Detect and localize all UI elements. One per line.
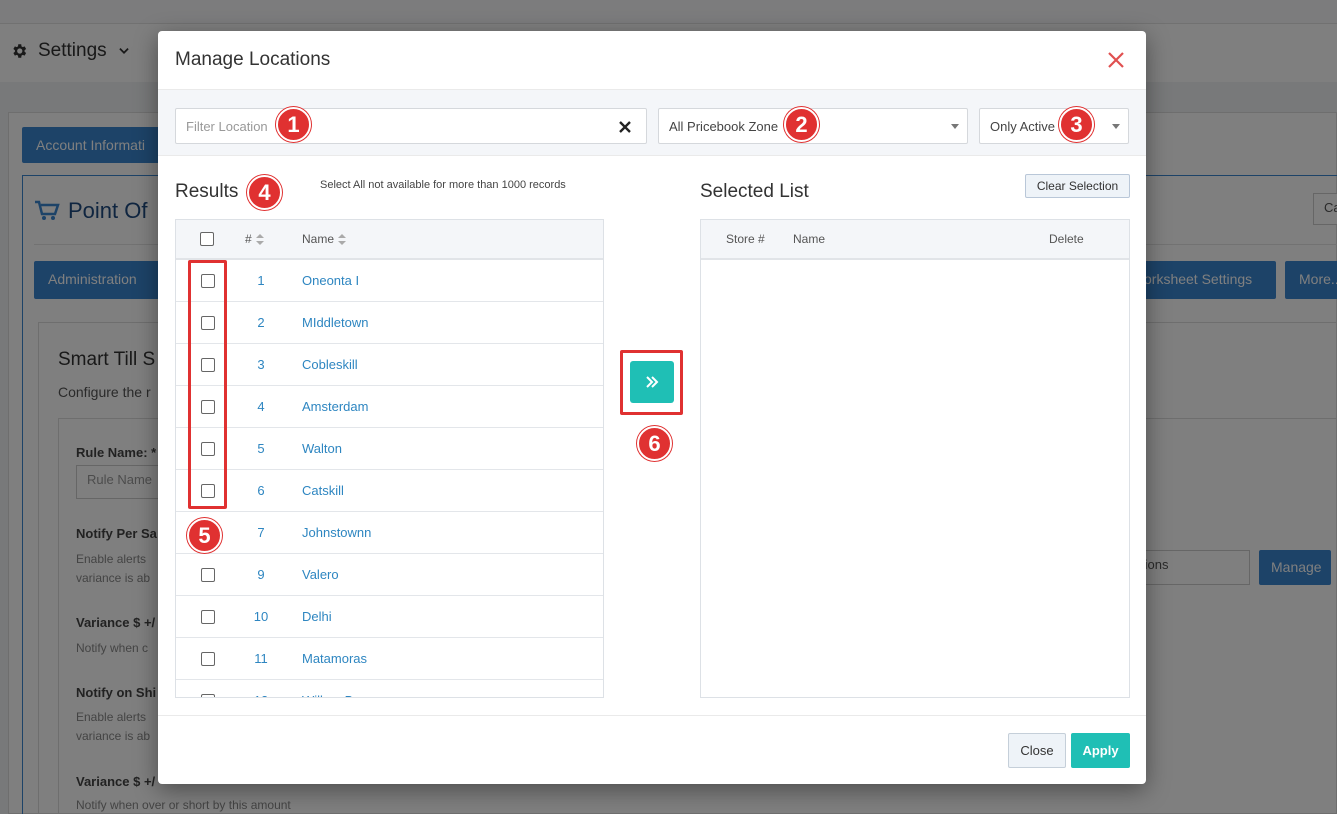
filter-location-input[interactable] xyxy=(176,109,646,143)
selected-table-header: Store # Name Delete xyxy=(701,220,1129,260)
table-row[interactable]: 6 Catskill xyxy=(176,470,603,512)
table-row[interactable]: 2 MIddletown xyxy=(176,302,603,344)
clear-filter-icon[interactable] xyxy=(618,120,632,134)
row-name-link[interactable]: Walton xyxy=(302,441,342,456)
highlight-box-checkboxes xyxy=(188,260,227,509)
modal-title: Manage Locations xyxy=(175,49,331,70)
column-header-num[interactable]: # xyxy=(245,232,264,246)
row-checkbox[interactable] xyxy=(201,610,215,624)
column-header-name[interactable]: Name xyxy=(302,232,347,246)
caret-down-icon xyxy=(1112,124,1120,129)
manage-locations-modal: Manage Locations All Pricebook Zone Only… xyxy=(158,31,1146,784)
row-number[interactable]: 9 xyxy=(234,567,288,582)
column-header-delete: Delete xyxy=(1049,232,1084,246)
pricebook-zone-value: All Pricebook Zone xyxy=(669,119,779,134)
column-header-name: Name xyxy=(793,232,826,246)
row-name-link[interactable]: Valero xyxy=(302,567,339,582)
clear-selection-button[interactable]: Clear Selection xyxy=(1025,174,1130,198)
close-icon[interactable] xyxy=(1104,48,1128,72)
row-number[interactable]: 10 xyxy=(234,609,288,624)
row-number[interactable]: 11 xyxy=(234,651,288,666)
table-row[interactable]: 4 Amsterdam xyxy=(176,386,603,428)
selected-list-title: Selected List xyxy=(700,181,809,202)
row-name-link[interactable]: Catskill xyxy=(302,483,344,498)
row-name-link[interactable]: Oneonta I xyxy=(302,273,359,288)
row-number[interactable]: 2 xyxy=(234,315,288,330)
table-row[interactable]: 3 Cobleskill xyxy=(176,344,603,386)
row-number[interactable]: 3 xyxy=(234,357,288,372)
annotation-badge-6: 6 xyxy=(637,426,672,461)
sort-icon xyxy=(338,233,347,245)
sort-icon xyxy=(255,233,264,245)
row-checkbox[interactable] xyxy=(201,568,215,582)
row-name-link[interactable]: Amsterdam xyxy=(302,399,368,414)
row-number[interactable]: 12 xyxy=(234,693,288,697)
close-button[interactable]: Close xyxy=(1008,733,1066,768)
row-checkbox[interactable] xyxy=(201,652,215,666)
row-name-link[interactable]: Johnstownn xyxy=(302,525,371,540)
caret-down-icon xyxy=(951,124,959,129)
row-name-link[interactable]: Wilkes-Barre xyxy=(302,693,376,697)
table-row[interactable]: 12 Wilkes-Barre xyxy=(176,680,603,697)
table-row[interactable]: 9 Valero xyxy=(176,554,603,596)
row-name-link[interactable]: Matamoras xyxy=(302,651,367,666)
row-number[interactable]: 6 xyxy=(234,483,288,498)
annotation-badge-3: 3 xyxy=(1059,107,1094,142)
row-number[interactable]: 7 xyxy=(234,525,288,540)
select-all-checkbox[interactable] xyxy=(200,232,214,246)
annotation-badge-2: 2 xyxy=(784,107,819,142)
modal-footer: Close Apply xyxy=(158,715,1146,784)
double-chevron-right-icon xyxy=(646,376,659,388)
table-row[interactable]: 10 Delhi xyxy=(176,596,603,638)
status-value: Only Active xyxy=(990,119,1056,134)
table-row[interactable]: 11 Matamoras xyxy=(176,638,603,680)
filter-location-field xyxy=(175,108,647,144)
row-name-link[interactable]: Cobleskill xyxy=(302,357,358,372)
annotation-badge-1: 1 xyxy=(276,107,311,142)
annotation-badge-4: 4 xyxy=(247,175,282,210)
row-name-link[interactable]: Delhi xyxy=(302,609,332,624)
table-row[interactable]: 7 Johnstownn xyxy=(176,512,603,554)
table-row[interactable]: 1 Oneonta I xyxy=(176,260,603,302)
results-table: # Name 1 Oneonta I 2 MIddletown 3 Cobleskill 4… xyxy=(175,219,604,698)
results-title: Results xyxy=(175,181,239,202)
table-row[interactable]: 5 Walton xyxy=(176,428,603,470)
row-checkbox[interactable] xyxy=(201,694,215,697)
selected-list-table: Store # Name Delete xyxy=(700,219,1130,698)
select-all-note: Select All not available for more than 1… xyxy=(320,179,566,191)
column-header-store: Store # xyxy=(726,232,765,246)
row-number[interactable]: 1 xyxy=(234,273,288,288)
annotation-badge-5: 5 xyxy=(187,518,222,553)
row-name-link[interactable]: MIddletown xyxy=(302,315,368,330)
status-select[interactable]: Only Active xyxy=(979,108,1129,144)
row-number[interactable]: 4 xyxy=(234,399,288,414)
modal-header: Manage Locations xyxy=(158,31,1146,90)
apply-button[interactable]: Apply xyxy=(1071,733,1130,768)
add-selected-button[interactable] xyxy=(630,361,674,403)
results-table-header: # Name xyxy=(176,220,603,260)
row-number[interactable]: 5 xyxy=(234,441,288,456)
